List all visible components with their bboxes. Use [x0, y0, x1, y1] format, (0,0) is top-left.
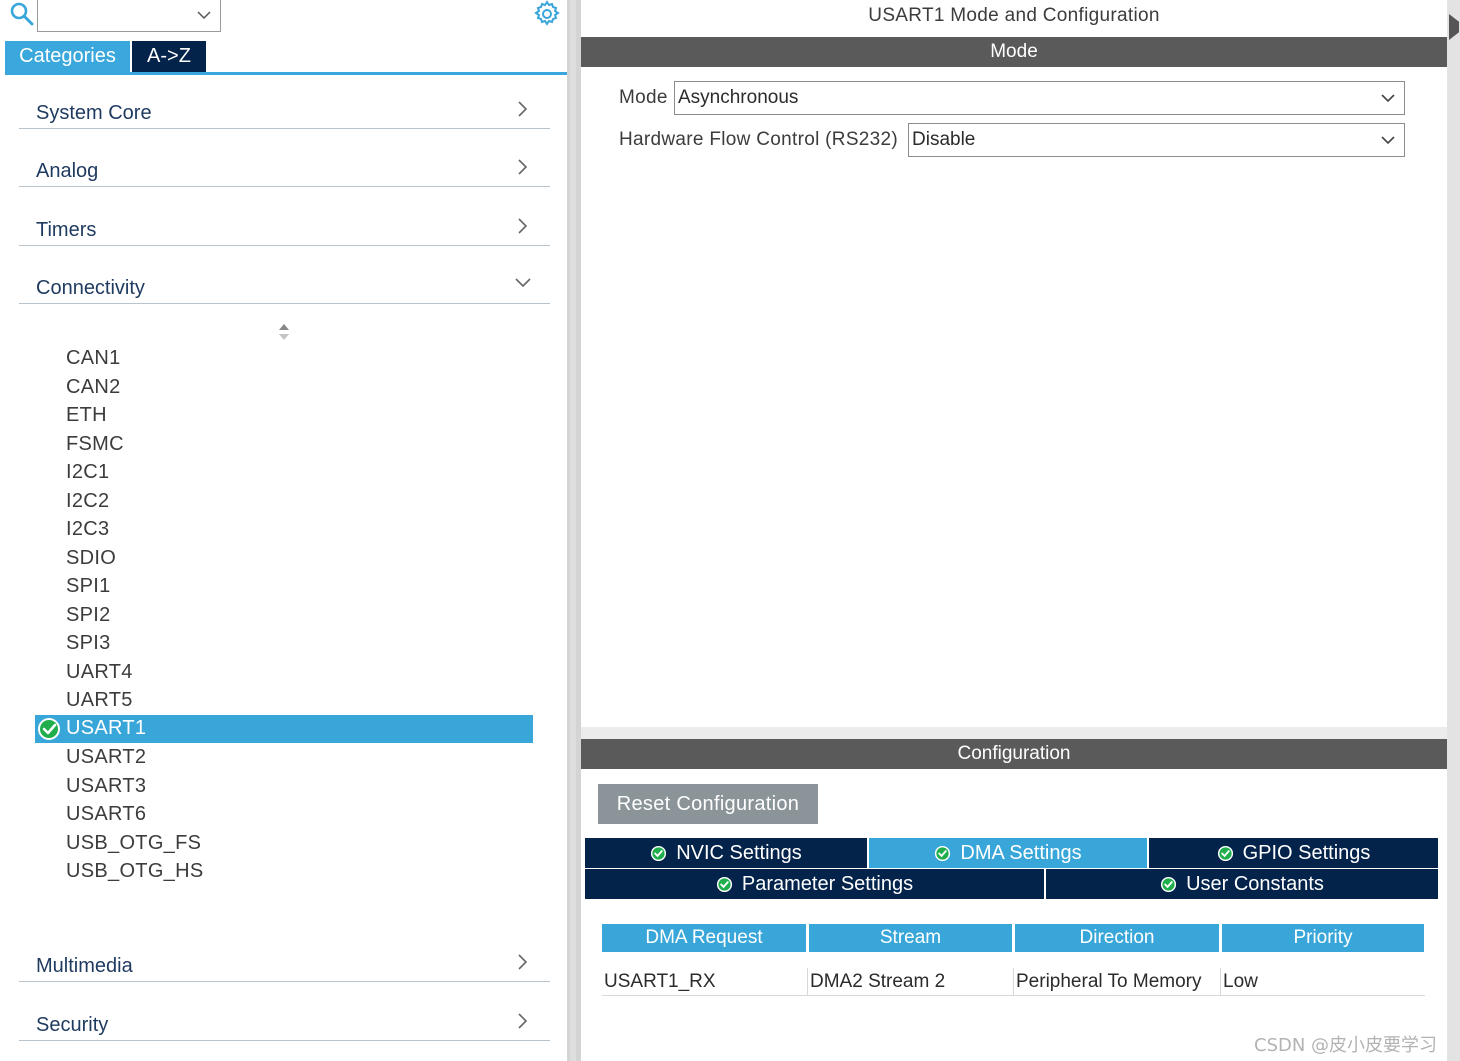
chevron-right-icon [518, 954, 528, 970]
tab-nvic-settings[interactable]: NVIC Settings [585, 838, 867, 868]
gear-icon[interactable] [533, 0, 561, 28]
check-circle-icon [651, 845, 667, 861]
check-circle-icon [1217, 845, 1233, 861]
sort-arrows-icon[interactable] [277, 322, 291, 342]
list-item[interactable]: USB_OTG_HS [35, 858, 533, 886]
category-label: Security [36, 1014, 109, 1036]
list-item[interactable]: SPI1 [35, 573, 533, 601]
reset-configuration-button[interactable]: Reset Configuration [598, 784, 818, 824]
column-header-dma-request[interactable]: DMA Request [602, 924, 806, 952]
list-item[interactable]: UART5 [35, 687, 533, 715]
tab-parameter-settings[interactable]: Parameter Settings [585, 869, 1044, 899]
list-item[interactable]: SDIO [35, 545, 533, 573]
tab-user-constants[interactable]: User Constants [1046, 869, 1438, 899]
chevron-right-icon [518, 1013, 528, 1029]
table-cell-priority[interactable]: Low [1221, 968, 1425, 996]
list-item[interactable]: UART4 [35, 659, 533, 687]
list-item[interactable]: CAN1 [35, 345, 533, 373]
tab-label: DMA Settings [960, 841, 1082, 864]
list-item[interactable]: I2C2 [35, 488, 533, 516]
chevron-down-icon [197, 11, 211, 20]
flow-control-label: Hardware Flow Control (RS232) [619, 129, 899, 150]
column-header-stream[interactable]: Stream [809, 924, 1012, 952]
mode-select[interactable]: Asynchronous [674, 81, 1405, 115]
list-item[interactable]: USB_OTG_FS [35, 830, 533, 858]
tab-label: User Constants [1186, 872, 1324, 895]
category-connectivity[interactable]: Connectivity [19, 246, 550, 304]
category-label: Connectivity [36, 277, 145, 299]
check-circle-icon [1161, 876, 1177, 892]
chevron-down-icon [1381, 136, 1395, 145]
list-item[interactable]: CAN2 [35, 374, 533, 402]
list-item[interactable]: USART2 [35, 744, 533, 772]
category-security[interactable]: Security [19, 983, 550, 1041]
category-timers[interactable]: Timers [19, 188, 550, 246]
watermark-text: CSDN @皮小皮要学习 [1254, 1035, 1438, 1056]
tab-a-to-z[interactable]: A->Z [132, 41, 206, 72]
search-input[interactable] [37, 0, 221, 32]
list-item-selected[interactable]: USART1 [35, 715, 533, 743]
category-system-core[interactable]: System Core [19, 71, 550, 129]
category-multimedia[interactable]: Multimedia [19, 924, 550, 982]
list-item[interactable]: I2C3 [35, 516, 533, 544]
column-header-direction[interactable]: Direction [1015, 924, 1219, 952]
list-item[interactable]: ETH [35, 402, 533, 430]
check-circle-icon [716, 876, 732, 892]
tab-dma-settings[interactable]: DMA Settings [869, 838, 1147, 868]
table-cell-direction[interactable]: Peripheral To Memory [1014, 968, 1221, 996]
right-edge-scrollbar[interactable] [1447, 0, 1460, 1061]
list-item[interactable]: SPI2 [35, 602, 533, 630]
list-item[interactable]: I2C1 [35, 459, 533, 487]
tab-categories[interactable]: Categories [5, 41, 130, 72]
page-title: USART1 Mode and Configuration [868, 5, 1160, 26]
configuration-section-header: Configuration [581, 739, 1447, 769]
table-cell-stream[interactable]: DMA2 Stream 2 [808, 968, 1014, 996]
mode-select-value: Asynchronous [678, 87, 799, 108]
configuration-panel: Configuration Reset Configuration NVIC S… [581, 739, 1447, 1061]
flow-control-select-value: Disable [912, 129, 976, 150]
mode-label: Mode [619, 87, 668, 108]
chevron-right-icon [518, 101, 528, 117]
mode-panel: USART1 Mode and Configuration Mode Mode … [581, 0, 1447, 727]
list-item[interactable]: USART3 [35, 773, 533, 801]
search-icon[interactable] [10, 2, 34, 26]
list-item[interactable]: FSMC [35, 431, 533, 459]
category-label: System Core [36, 102, 152, 124]
list-item[interactable]: SPI3 [35, 630, 533, 658]
tab-label: Parameter Settings [741, 872, 914, 895]
category-analog[interactable]: Analog [19, 129, 550, 187]
list-item[interactable]: USART6 [35, 801, 533, 829]
column-header-priority[interactable]: Priority [1222, 924, 1424, 952]
right-panel: USART1 Mode and Configuration Mode Mode … [581, 0, 1460, 1061]
tab-label: GPIO Settings [1242, 841, 1371, 864]
table-cell-dma-request[interactable]: USART1_RX [602, 968, 808, 996]
category-label: Timers [36, 219, 97, 241]
chevron-right-icon [518, 218, 528, 234]
left-panel: Categories A->Z System Core Analog Timer… [0, 0, 567, 1061]
category-label: Analog [36, 160, 99, 182]
check-circle-icon [935, 845, 951, 861]
category-label: Multimedia [36, 955, 133, 977]
chevron-down-icon [515, 278, 531, 288]
check-circle-icon [38, 718, 60, 740]
panel-splitter[interactable] [567, 0, 581, 1061]
tab-gpio-settings[interactable]: GPIO Settings [1149, 838, 1438, 868]
flow-control-select[interactable]: Disable [908, 123, 1405, 157]
chevron-down-icon [1381, 94, 1395, 103]
chevron-right-icon [518, 159, 528, 175]
tab-label: NVIC Settings [676, 841, 802, 864]
mode-section-header: Mode [581, 37, 1447, 67]
